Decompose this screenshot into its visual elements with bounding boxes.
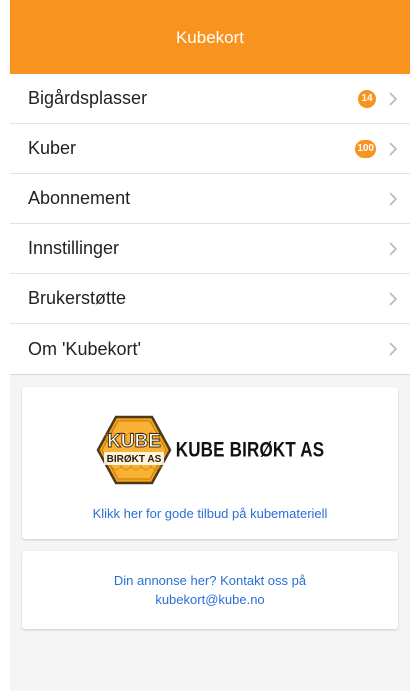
- chevron-right-icon: [386, 142, 400, 156]
- contact-text: Din annonse her? Kontakt oss på: [113, 573, 307, 588]
- menu-item-label: Innstillinger: [28, 238, 120, 258]
- contact-email-link[interactable]: kubekort@kube.no: [114, 590, 306, 609]
- app-screen: Kubekort Bigårdsplasser 14 Kuber 100 Abo…: [10, 0, 410, 691]
- menu-item-label: Kuber: [28, 138, 77, 158]
- menu-item-label: Brukerstøtte: [28, 288, 127, 308]
- menu-item-innstillinger[interactable]: Innstillinger: [10, 224, 410, 274]
- svg-text:KUBE: KUBE: [107, 431, 161, 452]
- chevron-right-icon: [386, 292, 400, 306]
- logo-text: KUBE BIRØKT AS: [175, 437, 325, 462]
- chevron-right-icon: [386, 92, 400, 106]
- menu-item-abonnement[interactable]: Abonnement: [10, 174, 410, 224]
- chevron-right-icon: [386, 342, 400, 356]
- contact-ad-card[interactable]: Din annonse her? Kontakt oss på kubekort…: [22, 551, 398, 629]
- page-title: Kubekort: [175, 28, 245, 47]
- ad-card: KUBE BIRØKT AS KUBE BIRØKT AS Klikk her …: [22, 387, 398, 539]
- count-badge: 14: [358, 89, 376, 108]
- svg-text:BIRØKT AS: BIRØKT AS: [106, 454, 161, 465]
- menu-item-label: Bigårdsplasser: [28, 88, 148, 108]
- menu-item-bigardsplasser[interactable]: Bigårdsplasser 14: [10, 74, 410, 124]
- honeycomb-logo-icon: KUBE BIRØKT AS: [96, 415, 172, 485]
- menu-item-label: Abonnement: [28, 188, 131, 208]
- chevron-right-icon: [386, 192, 400, 206]
- chevron-right-icon: [386, 242, 400, 256]
- kube-birokt-logo[interactable]: KUBE BIRØKT AS KUBE BIRØKT AS: [96, 415, 325, 485]
- offers-link[interactable]: Klikk her for gode tilbud på kubematerie…: [93, 506, 328, 521]
- count-badge: 100: [355, 139, 376, 158]
- main-menu: Bigårdsplasser 14 Kuber 100 Abonnement I…: [10, 74, 410, 375]
- menu-item-brukerstotte[interactable]: Brukerstøtte: [10, 274, 410, 324]
- menu-item-label: Om 'Kubekort': [28, 338, 141, 359]
- app-header: Kubekort: [10, 0, 410, 74]
- menu-item-om-kubekort[interactable]: Om 'Kubekort': [10, 324, 410, 374]
- menu-item-kuber[interactable]: Kuber 100: [10, 124, 410, 174]
